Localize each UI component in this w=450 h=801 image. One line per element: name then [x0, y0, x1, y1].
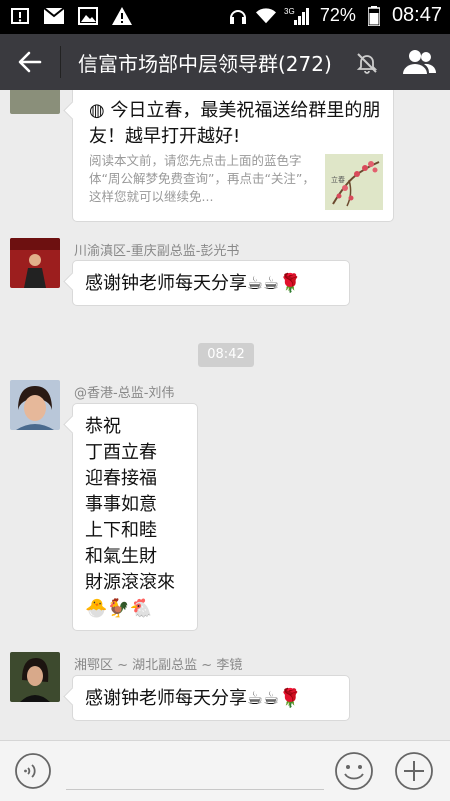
card-thumbnail: 立春: [325, 154, 383, 210]
message-text: 感谢钟老师每天分享: [85, 688, 247, 709]
warning-icon: [112, 6, 132, 26]
message-line: 丁酉立春: [85, 442, 157, 463]
status-time: 08:47: [391, 4, 442, 26]
rose-emoji: 🌹: [279, 273, 302, 294]
mail-icon: [44, 6, 64, 26]
network-label: 3G: [284, 7, 295, 16]
status-bar: 3G 72% 08:47: [0, 0, 450, 34]
chick-emoji: 🐣: [85, 598, 108, 619]
coffee-emoji: ☕: [263, 273, 280, 294]
chicken-emoji: 🐔: [129, 598, 153, 619]
more-button[interactable]: [394, 751, 434, 791]
message-text: 感谢钟老师每天分享: [85, 273, 247, 294]
chat-message-list[interactable]: ◍ 今日立春，最美祝福送给群里的朋友！越早打开越好! 阅读本文前，请您先点击上面…: [0, 90, 450, 740]
card-description: 阅读本文前，请您先点击上面的蓝色字体“周公解梦免费查询”，再点击“关注”，这样您…: [89, 153, 315, 204]
sender-name: 川渝滇区-重庆副总监-彭光书: [74, 244, 240, 259]
header-divider: [60, 46, 61, 78]
message-bubble[interactable]: 感谢钟老师每天分享☕☕🌹: [72, 260, 350, 306]
voice-icon: [15, 753, 51, 789]
chat-title: 信富市场部中层领导群(272): [78, 52, 332, 76]
coffee-emoji: ☕: [247, 273, 264, 294]
alert-image-icon: [10, 6, 30, 26]
signal-icon: 3G: [284, 6, 312, 26]
group-members-button[interactable]: [402, 48, 437, 76]
message-line: 上下和睦: [85, 520, 157, 541]
message-input[interactable]: [66, 753, 324, 790]
gallery-icon: [78, 6, 98, 26]
wifi-icon: [255, 6, 276, 26]
avatar[interactable]: [10, 90, 60, 114]
message-line: 和氣生財: [85, 546, 157, 567]
message-line: 迎春接福: [85, 468, 157, 489]
sender-name: 湘鄂区 ~ 湖北副总监 ~ 李镜: [74, 658, 243, 673]
smiley-icon: [335, 752, 373, 790]
voice-button[interactable]: [14, 752, 52, 790]
time-separator: 08:42: [198, 343, 254, 367]
rose-emoji: 🌹: [279, 688, 302, 709]
plus-icon: [395, 752, 433, 790]
input-bar: [0, 740, 450, 801]
message-line: 恭祝: [85, 416, 121, 437]
link-card-message[interactable]: ◍ 今日立春，最美祝福送给群里的朋友！越早打开越好! 阅读本文前，请您先点击上面…: [72, 90, 394, 222]
avatar[interactable]: [10, 380, 60, 430]
headphones-icon: [228, 6, 248, 26]
bell-off-icon: [356, 52, 378, 74]
coffee-emoji: ☕: [247, 688, 264, 709]
battery-icon: [364, 5, 384, 26]
coffee-emoji: ☕: [263, 688, 280, 709]
back-button[interactable]: [14, 46, 46, 78]
message-bubble[interactable]: 恭祝 丁酉立春 迎春接福 事事如意 上下和睦 和氣生財 財源滾滾來 🐣🐓🐔: [72, 403, 198, 631]
card-title: ◍ 今日立春，最美祝福送给群里的朋友！越早打开越好!: [89, 100, 381, 147]
arrow-left-icon: [18, 51, 42, 73]
avatar[interactable]: [10, 652, 60, 702]
chat-header: 信富市场部中层领导群(272): [0, 34, 450, 90]
battery-percent: 72%: [319, 5, 356, 25]
thumb-caption: 立春: [331, 175, 345, 184]
message-line: 事事如意: [85, 494, 157, 515]
avatar[interactable]: [10, 238, 60, 288]
people-icon: [403, 50, 437, 74]
message-bubble[interactable]: 感谢钟老师每天分享☕☕🌹: [72, 675, 350, 721]
sender-name: @香港-总监-刘伟: [74, 386, 175, 401]
emoji-button[interactable]: [334, 751, 374, 791]
rooster-emoji: 🐓: [107, 598, 130, 619]
message-line: 財源滾滾來: [85, 572, 175, 593]
